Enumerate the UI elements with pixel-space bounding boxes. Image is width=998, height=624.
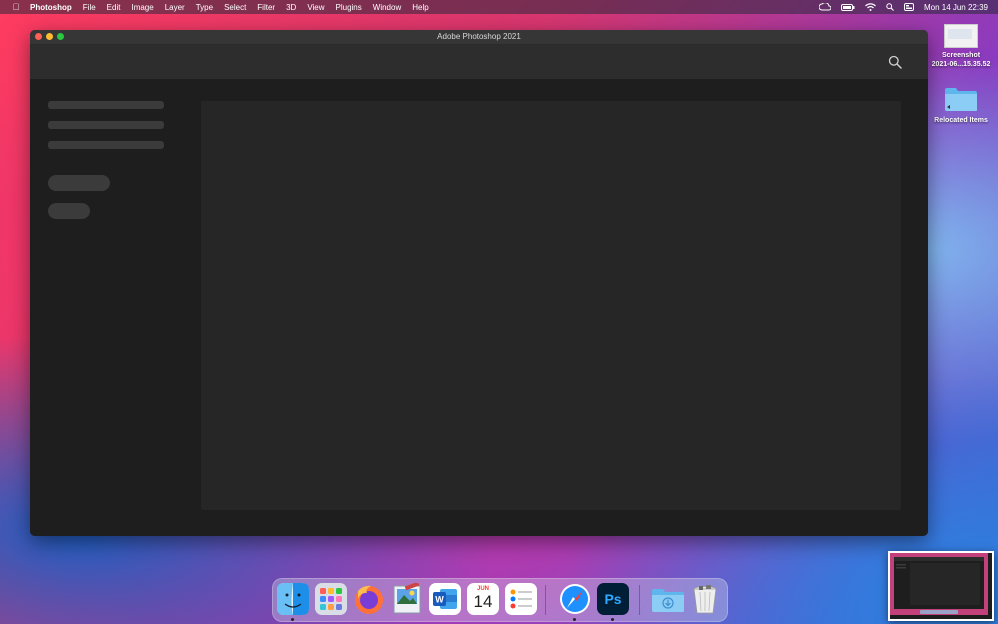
- dock-item-finder[interactable]: [277, 583, 309, 621]
- home-top-bar: [30, 45, 928, 79]
- window-titlebar[interactable]: Adobe Photoshop 2021: [30, 30, 928, 45]
- menu-file[interactable]: File: [83, 3, 96, 12]
- window-zoom-button[interactable]: [57, 33, 64, 40]
- menu-app-photoshop[interactable]: Photoshop: [30, 3, 72, 12]
- window-title: Adobe Photoshop 2021: [437, 32, 521, 41]
- menu-view[interactable]: View: [307, 3, 324, 12]
- menu-plugins[interactable]: Plugins: [336, 3, 362, 12]
- menu-clock[interactable]: Mon 14 Jun 22:39: [924, 3, 988, 12]
- search-icon[interactable]: [888, 55, 902, 69]
- desktop-icon-relocated-items[interactable]: Relocated Items: [926, 86, 996, 125]
- menu-image[interactable]: Image: [131, 3, 153, 12]
- dock: W JUN 14 Ps: [272, 578, 728, 622]
- reminders-icon: [510, 589, 532, 609]
- calendar-day: 14: [473, 592, 493, 611]
- photoshop-icon: Ps: [597, 583, 629, 615]
- calendar-month: JUN: [476, 586, 489, 592]
- dock-item-calendar[interactable]: JUN 14: [467, 583, 499, 615]
- downloads-folder-icon: [652, 589, 684, 612]
- svg-text:W: W: [435, 595, 444, 605]
- skeleton-button: [48, 203, 90, 219]
- menu-type[interactable]: Type: [196, 3, 213, 12]
- finder-icon: [277, 583, 309, 615]
- running-indicator: [573, 618, 576, 621]
- dock-item-word[interactable]: W: [429, 583, 461, 615]
- menu-edit[interactable]: Edit: [107, 3, 121, 12]
- safari-icon: [560, 584, 590, 614]
- launchpad-icon: [315, 583, 347, 615]
- dock-separator: [545, 585, 546, 615]
- menu-window[interactable]: Window: [373, 3, 401, 12]
- menu-3d[interactable]: 3D: [286, 3, 296, 12]
- skeleton-nav-line: [48, 121, 164, 129]
- menu-bar:  Photoshop File Edit Image Layer Type S…: [0, 0, 998, 14]
- folder-icon: [944, 86, 978, 112]
- menu-help[interactable]: Help: [412, 3, 428, 12]
- calendar-icon: JUN 14: [467, 583, 499, 615]
- desktop-icon-label: Screenshot: [941, 52, 981, 59]
- skeleton-button: [48, 175, 110, 191]
- apple-menu-icon[interactable]: : [10, 2, 22, 12]
- menu-items: Photoshop File Edit Image Layer Type Sel…: [30, 3, 440, 12]
- loading-main-panel: [201, 101, 901, 510]
- dock-item-firefox[interactable]: [353, 583, 385, 615]
- screenshot-thumbnail-icon: [944, 24, 978, 48]
- window-close-button[interactable]: [35, 33, 42, 40]
- dock-separator: [639, 585, 640, 615]
- photoshop-icon-label: Ps: [604, 591, 622, 607]
- running-indicator: [611, 618, 614, 621]
- photoshop-window: Adobe Photoshop 2021: [30, 30, 928, 536]
- dock-item-trash[interactable]: [689, 583, 721, 615]
- creative-cloud-icon[interactable]: [818, 3, 831, 11]
- search-icon[interactable]: [886, 3, 894, 11]
- dock-item-reminders[interactable]: [505, 583, 537, 615]
- preview-icon: [393, 581, 421, 614]
- word-icon: W: [429, 583, 461, 615]
- window-minimize-button[interactable]: [46, 33, 53, 40]
- status-area: Mon 14 Jun 22:39: [809, 0, 988, 14]
- dock-item-safari[interactable]: [559, 583, 591, 621]
- menu-filter[interactable]: Filter: [257, 3, 275, 12]
- control-center-icon[interactable]: [903, 3, 914, 11]
- desktop-icon-screenshot[interactable]: Screenshot 2021-06...15.35.52: [926, 24, 996, 69]
- battery-icon[interactable]: [840, 3, 855, 11]
- firefox-icon: [355, 585, 383, 614]
- desktop-icon-sublabel: 2021-06...15.35.52: [931, 61, 991, 68]
- dock-item-preview[interactable]: [391, 581, 423, 615]
- dock-item-downloads[interactable]: [651, 583, 684, 615]
- home-content: [30, 79, 928, 536]
- skeleton-nav-line: [48, 141, 164, 149]
- screenshot-preview-thumbnail[interactable]: [888, 551, 994, 621]
- dock-item-photoshop[interactable]: Ps: [597, 583, 629, 621]
- skeleton-nav-line: [48, 101, 164, 109]
- running-indicator: [291, 618, 294, 621]
- menu-select[interactable]: Select: [224, 3, 246, 12]
- wifi-icon[interactable]: [865, 3, 876, 11]
- desktop-icon-label: Relocated Items: [934, 117, 988, 124]
- dock-item-launchpad[interactable]: [315, 583, 347, 615]
- menu-layer[interactable]: Layer: [165, 3, 185, 12]
- trash-icon: [693, 585, 717, 614]
